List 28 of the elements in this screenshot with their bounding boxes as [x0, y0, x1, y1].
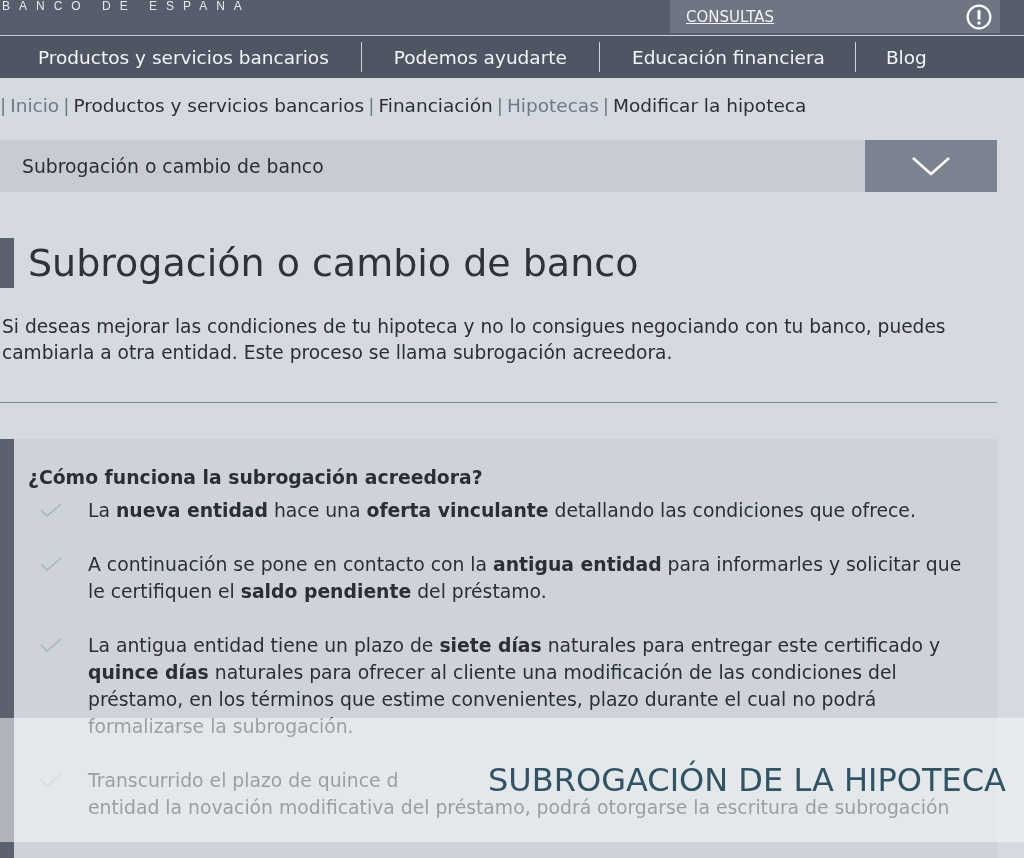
- check-icon: [40, 503, 62, 517]
- breadcrumb-link[interactable]: Financiación: [378, 94, 493, 116]
- nav-link[interactable]: Podemos ayudarte: [393, 46, 567, 68]
- breadcrumb-link[interactable]: Modificar la hipoteca: [613, 94, 807, 116]
- list-text: entidad la novación modificativa del préstamo, podrá otorgarse la escritura de subrogación: [88, 796, 950, 820]
- list-text: La nueva entidad hace una oferta vinculante detallando las condiciones que ofrece.: [88, 499, 917, 523]
- breadcrumb-separator: |: [602, 94, 610, 116]
- list-text: La antigua entidad tiene un plazo de siete días naturales para entregar este certificado y quince días naturales para ofrecer al cliente una modificación de las condiciones del préstamo, en los términos que estime convenientes, plazo durante el cual no podrá formalizarse la subrogación.: [88, 634, 942, 739]
- list-text: Transcurrido el plazo de quince d: [88, 769, 399, 793]
- breadcrumb-separator: |: [368, 94, 375, 116]
- chevron-down-icon: [911, 156, 951, 176]
- breadcrumb-separator: |: [496, 94, 503, 116]
- breadcrumb-separator: |: [63, 94, 70, 116]
- brand-name: BANCO DE ESPAÑA: [1, 0, 251, 12]
- check-icon: [40, 638, 62, 652]
- breadcrumb-link[interactable]: Productos y servicios bancarios: [73, 94, 365, 116]
- nav-link[interactable]: Blog: [885, 46, 927, 68]
- alert-icon[interactable]: [966, 3, 992, 30]
- intro-paragraph: Si deseas mejorar las condiciones de tu hipoteca y no lo consigues negociando con tu banco, puedes cambiarla a otra entidad. Este proceso se llama subrogación acreedora.: [2, 315, 947, 365]
- list-text: A continuación se pone en contacto con la antigua entidad para informarles y solicitar que le certifiquen el saldo pendiente del préstamo.: [88, 553, 963, 604]
- nav-link[interactable]: Educación financiera: [631, 46, 825, 68]
- breadcrumb-separator: |: [0, 94, 7, 116]
- section-dropdown[interactable]: Subrogación o cambio de banco: [0, 140, 997, 192]
- consultas-link[interactable]: CONSULTAS: [686, 7, 775, 26]
- panel-heading: ¿Cómo funciona la subrogación acreedora?: [28, 466, 484, 490]
- check-icon: [40, 557, 62, 571]
- nav-link[interactable]: Productos y servicios bancarios: [38, 46, 329, 68]
- page-title: Subrogación o cambio de banco: [0, 238, 1024, 288]
